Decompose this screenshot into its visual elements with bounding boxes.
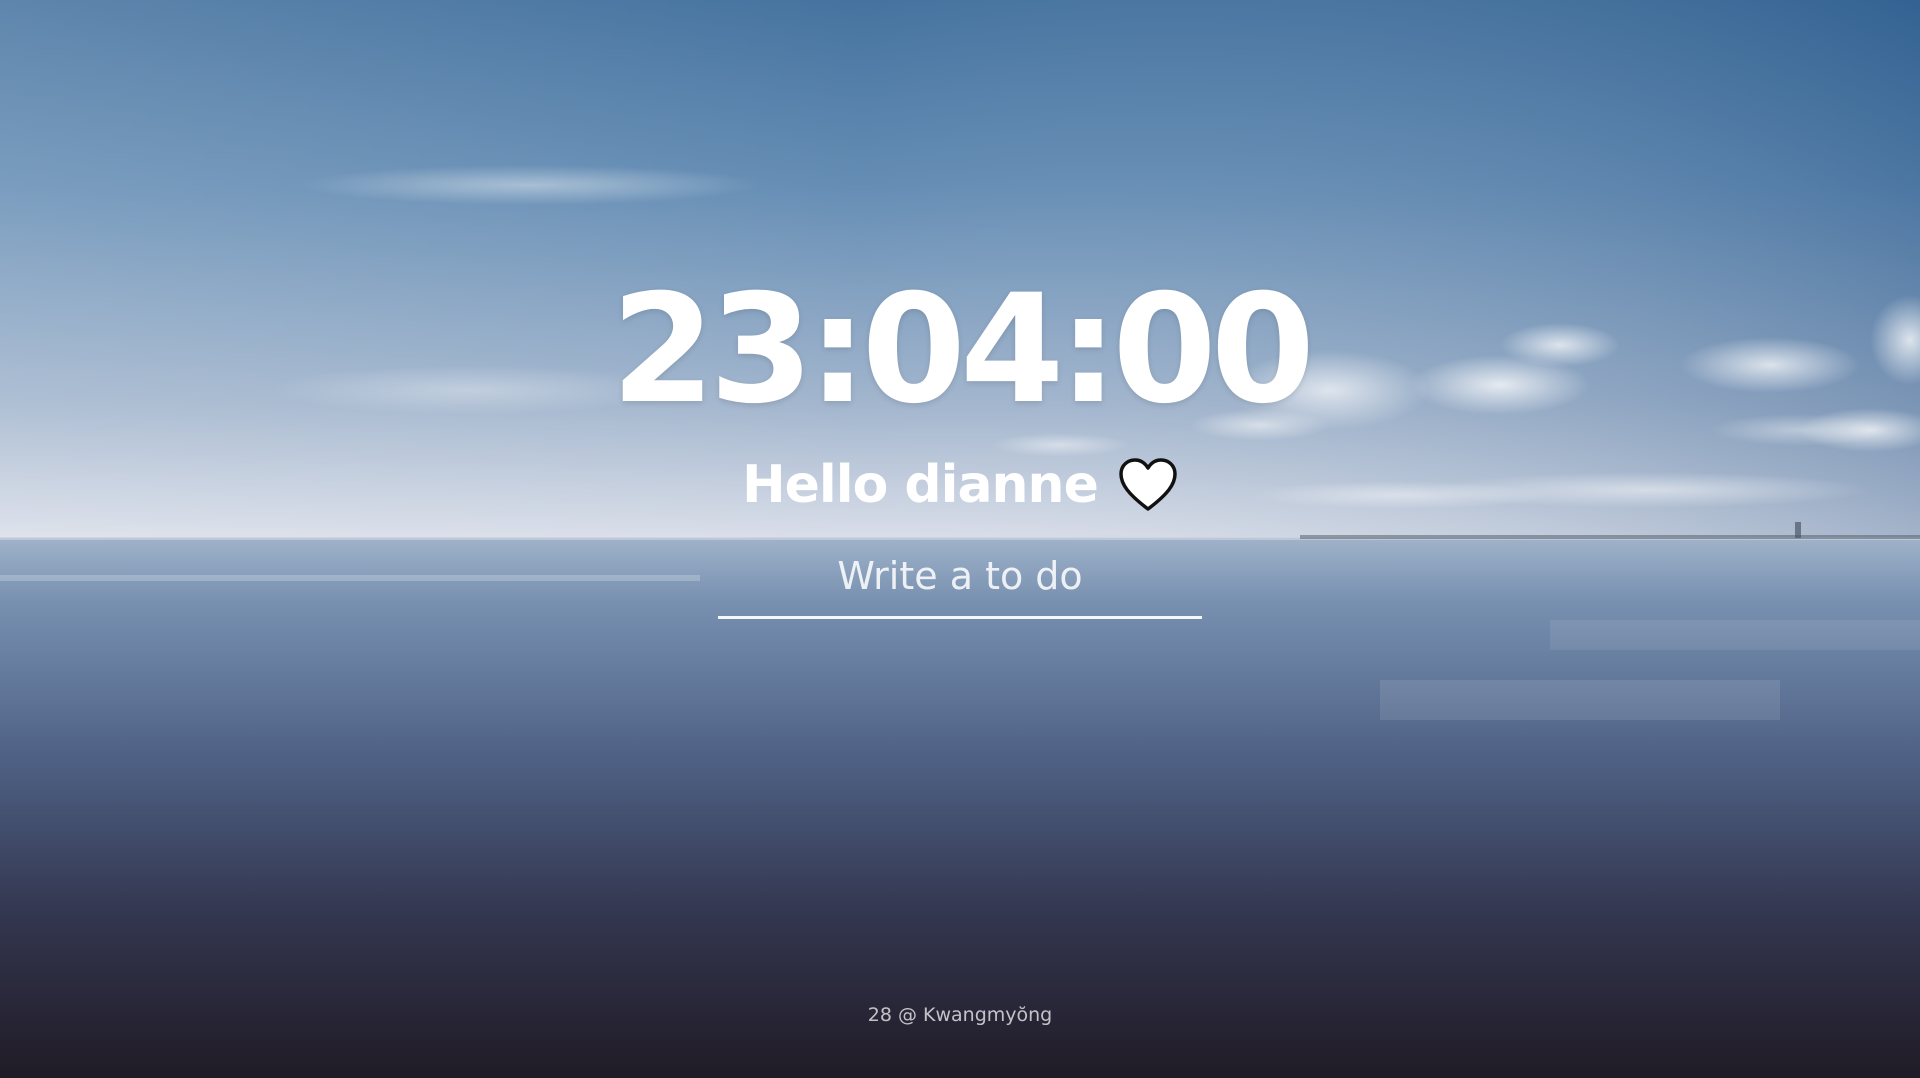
todo-input[interactable] xyxy=(718,548,1202,619)
greeting-text: Hello dianne xyxy=(742,455,1099,515)
location-weather: 28 @ Kwangmyŏng xyxy=(867,1004,1053,1026)
clock-display: 23:04:00 xyxy=(610,263,1315,437)
background-page: 23:04:00 Hello dianne 28 @ Kwangmyŏng xyxy=(0,0,1920,1078)
greeting: Hello dianne xyxy=(0,452,1920,518)
todo-form xyxy=(718,548,1202,619)
heart-icon xyxy=(1118,457,1178,513)
main-content: 23:04:00 Hello dianne 28 @ Kwangmyŏng xyxy=(0,0,1920,1078)
